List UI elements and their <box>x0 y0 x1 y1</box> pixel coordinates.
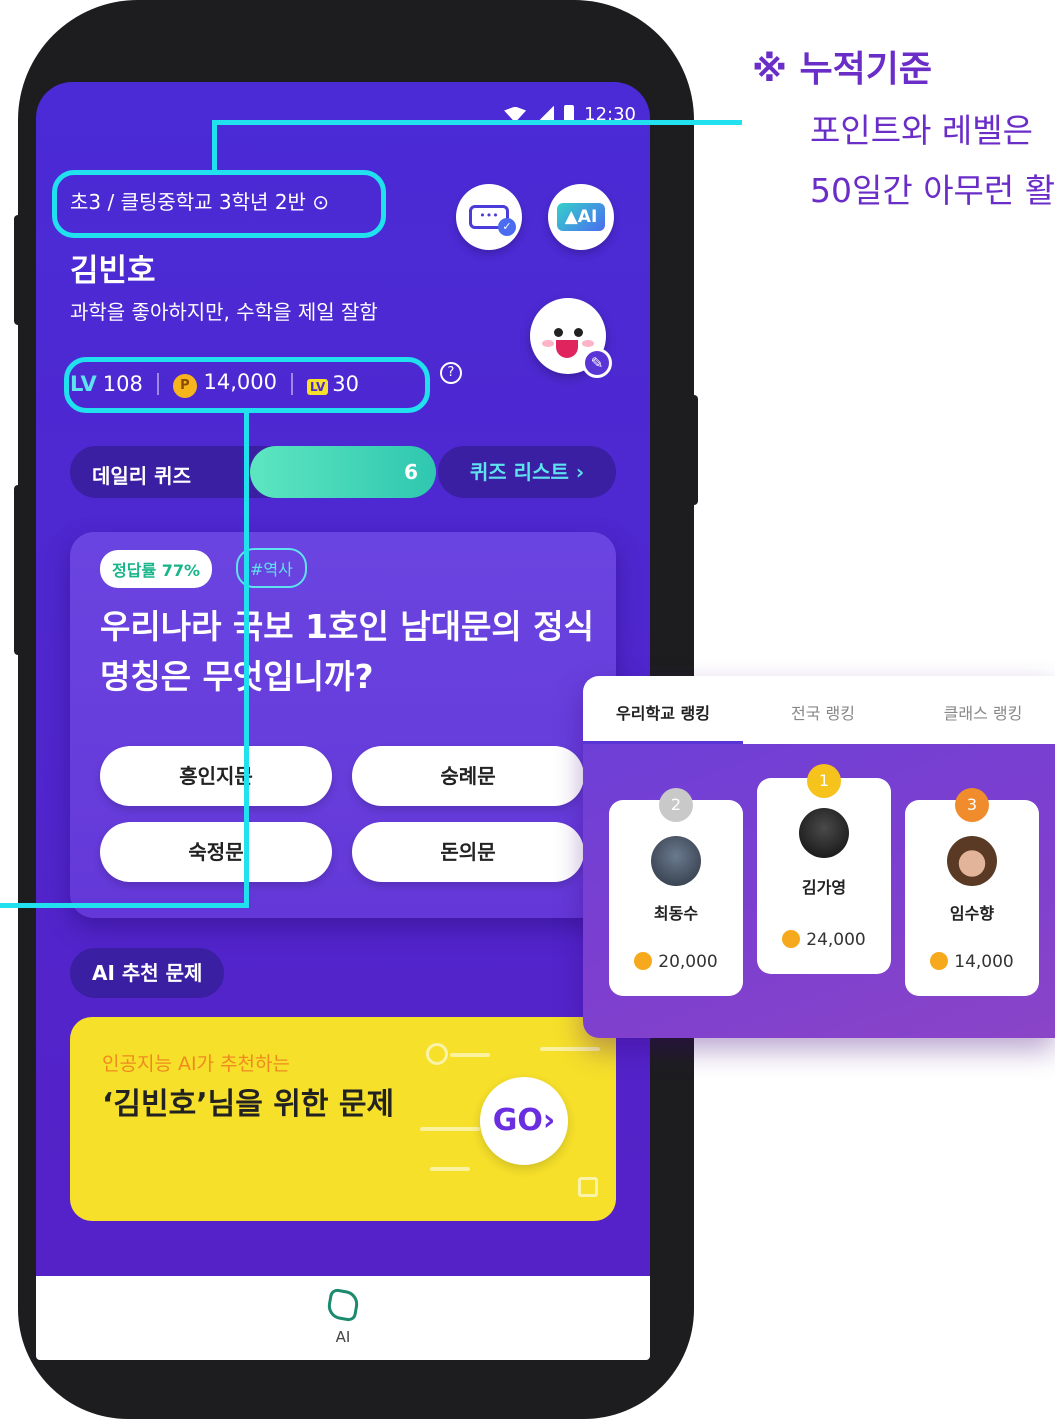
ai-section-label: AI 추천 문제 <box>70 948 225 998</box>
avatar <box>947 836 997 886</box>
decor-circle <box>426 1043 448 1065</box>
avatar <box>799 808 849 858</box>
ai-profile-button[interactable]: ▲AI <box>548 184 614 250</box>
callout-stats <box>64 357 430 413</box>
rank-card[interactable]: 2 최동수 20,000 <box>609 788 743 996</box>
stage: 12:30 초3 / 클팅중학교 3학년 2반 ⊙ ••• ✓ ▲AI 김빈호 과… <box>0 0 1055 1419</box>
rank-name: 최동수 <box>653 904 699 923</box>
avatar-blush-right <box>582 340 594 347</box>
silver-medal-icon: 2 <box>659 788 693 822</box>
edit-pencil-icon[interactable]: ✎ <box>582 348 612 378</box>
quiz-card: 정답률 77% #역사 우리나라 국보 1호인 남대문의 정식명칭은 무엇입니까… <box>70 532 616 918</box>
callout-line <box>0 903 249 908</box>
rank-points: 14,000 <box>905 952 1039 972</box>
rank-points: 24,000 <box>757 930 891 950</box>
callout-line <box>244 411 249 908</box>
ranking-panel: 우리학교 랭킹 전국 랭킹 클래스 랭킹 2 최동수 20,000 1 김가영 … <box>583 676 1055 1038</box>
bronze-medal-icon: 3 <box>955 788 989 822</box>
decor-line <box>420 1127 480 1131</box>
tab-school-ranking[interactable]: 우리학교 랭킹 <box>583 700 743 724</box>
rank-name: 김가영 <box>801 878 847 897</box>
answer-option-1[interactable]: 흥인지문 <box>100 746 332 806</box>
rank-name: 임수향 <box>949 904 995 923</box>
callout-school <box>52 170 386 238</box>
ai-profile-icon: ▲AI <box>556 203 606 231</box>
avatar-eye-right <box>574 328 583 337</box>
decor-line <box>450 1053 490 1057</box>
bottom-nav: AI <box>36 1276 650 1360</box>
quiz-list-button[interactable]: 퀴즈 리스트 › <box>438 446 616 498</box>
note-line-1: 포인트와 레벨은 <box>810 111 1034 150</box>
avatar-eye-left <box>554 328 563 337</box>
phone-side-button <box>14 485 22 655</box>
quiz-question: 우리나라 국보 1호인 남대문의 정식명칭은 무엇입니까? <box>100 607 594 696</box>
rank-points-value: 24,000 <box>806 930 866 950</box>
coin-icon <box>634 952 653 970</box>
nav-label-ai[interactable]: AI <box>36 1328 650 1346</box>
password-button[interactable]: ••• ✓ <box>456 184 522 250</box>
go-button[interactable]: GO› <box>480 1077 568 1165</box>
phone-volume-button <box>14 215 22 325</box>
note-line-2: 50일간 아무런 활 <box>810 171 1055 210</box>
phone-power-button <box>690 395 698 505</box>
user-bio: 과학을 좋아하지만, 수학을 제일 잘함 <box>70 300 378 324</box>
note-title: ※ 누적기준 <box>752 49 933 90</box>
daily-quiz-label: 데일리 퀴즈 <box>92 464 191 488</box>
ai-badge-label: AI <box>577 207 598 227</box>
password-icon: ••• ✓ <box>469 205 516 236</box>
decor-square <box>578 1177 598 1197</box>
gold-medal-icon: 1 <box>807 764 841 798</box>
help-icon[interactable]: ? <box>440 362 462 384</box>
ai-recommend-card[interactable]: 인공지능 AI가 추천하는 ‘김빈호’님을 위한 문제 GO› <box>70 1017 616 1221</box>
top-actions: ••• ✓ ▲AI <box>456 184 614 250</box>
rank-points-value: 20,000 <box>658 952 718 972</box>
accuracy-badge: 정답률 77% <box>100 550 213 588</box>
callout-line <box>212 120 217 172</box>
ai-title: ‘김빈호’님을 위한 문제 <box>102 1087 395 1122</box>
ai-nav-icon[interactable] <box>325 1287 361 1323</box>
answer-option-4[interactable]: 돈의문 <box>352 822 584 882</box>
tab-class-ranking[interactable]: 클래스 랭킹 <box>903 700 1055 724</box>
app-screen: 12:30 초3 / 클팅중학교 3학년 2반 ⊙ ••• ✓ ▲AI 김빈호 과… <box>36 82 650 1360</box>
rank-points: 20,000 <box>609 952 743 972</box>
rank-card[interactable]: 1 김가영 24,000 <box>757 764 891 974</box>
avatar-mouth <box>556 340 578 358</box>
decor-line <box>430 1167 470 1171</box>
tab-national-ranking[interactable]: 전국 랭킹 <box>743 700 903 724</box>
avatar[interactable]: ✎ <box>530 298 612 378</box>
rank-card[interactable]: 3 임수향 14,000 <box>905 788 1039 996</box>
daily-quiz-count: 6 <box>404 460 418 484</box>
ranking-tabs: 우리학교 랭킹 전국 랭킹 클래스 랭킹 <box>583 676 1055 744</box>
decor-line <box>540 1047 600 1051</box>
answer-option-3[interactable]: 숙정문 <box>100 822 332 882</box>
coin-icon <box>930 952 949 970</box>
active-tab-indicator <box>583 741 743 744</box>
avatar-blush-left <box>542 340 554 347</box>
answer-option-2[interactable]: 숭례문 <box>352 746 584 806</box>
callout-line <box>212 120 742 125</box>
daily-quiz-bar[interactable]: 데일리 퀴즈 6 <box>70 446 436 498</box>
check-icon: ✓ <box>498 218 516 236</box>
rank-points-value: 14,000 <box>954 952 1014 972</box>
ai-subtitle: 인공지능 AI가 추천하는 <box>102 1053 291 1075</box>
coin-icon <box>782 930 801 948</box>
user-name: 김빈호 <box>70 253 156 289</box>
avatar <box>651 836 701 886</box>
